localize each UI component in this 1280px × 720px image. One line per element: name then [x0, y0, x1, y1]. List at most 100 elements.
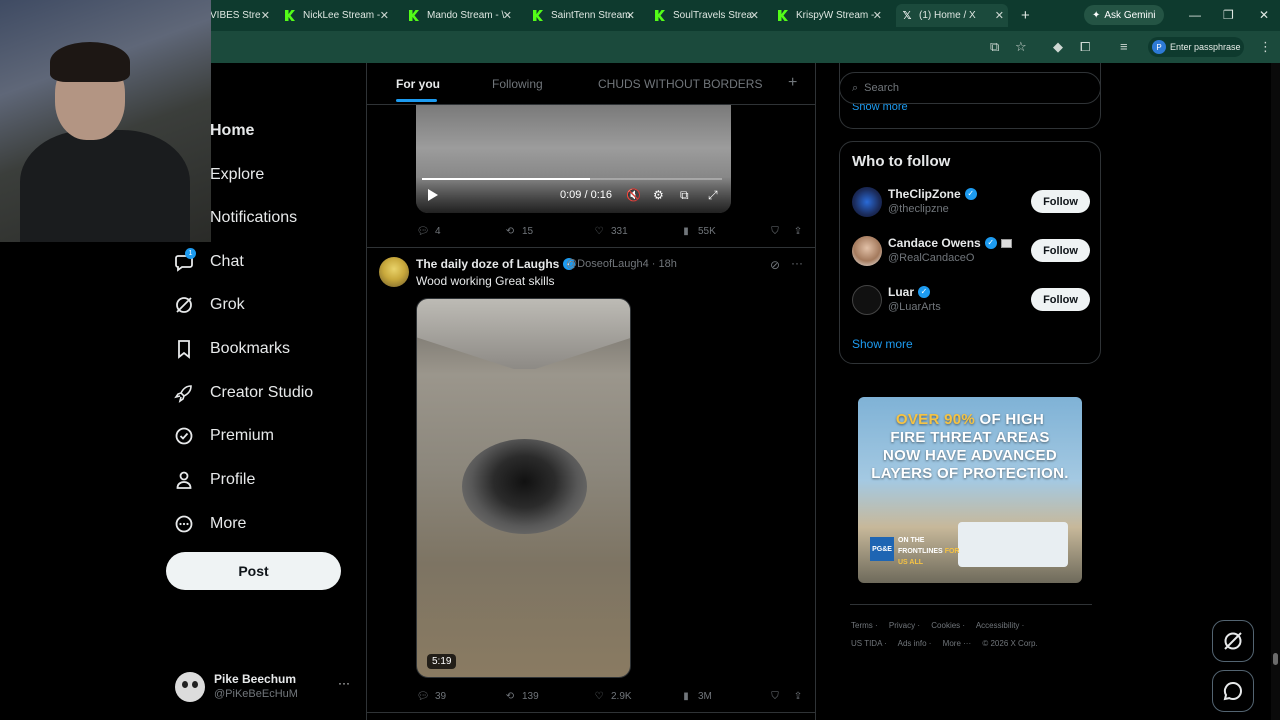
close-icon[interactable]: ✕ — [750, 9, 759, 22]
x-logo-icon: 𝕏 — [902, 9, 912, 22]
bookmark-button[interactable]: ⛉ — [768, 224, 787, 238]
who-to-follow-title: Who to follow — [852, 153, 951, 170]
scrollbar-thumb[interactable] — [1273, 653, 1278, 665]
like-button[interactable]: ♡ 2.9K — [592, 689, 632, 703]
close-icon[interactable]: ✕ — [626, 9, 635, 22]
bookmark-star-icon[interactable]: ☆ — [1015, 39, 1027, 55]
footer-link-more[interactable]: More ··· — [943, 639, 971, 648]
browser-tab[interactable]: SaintTenn Stream ✕ — [533, 4, 635, 27]
share-button[interactable]: ⇪ — [791, 224, 810, 238]
nav-bookmarks[interactable]: Bookmarks — [174, 337, 290, 361]
follow-suggestion[interactable]: Luar ✓ @LuarArts Follow — [852, 283, 1092, 319]
browser-tab[interactable]: Mando Stream - \ ✕ — [409, 4, 512, 27]
more-options-icon[interactable]: ··· — [791, 256, 803, 270]
repost-button[interactable]: ⟲ 139 — [503, 689, 539, 703]
close-icon[interactable]: ✕ — [503, 9, 512, 22]
browser-menu-icon[interactable]: ⋮ — [1259, 39, 1272, 55]
nav-creator-studio[interactable]: Creator Studio — [174, 381, 313, 405]
browser-tab[interactable]: KrispyW Stream - ✕ — [778, 4, 882, 27]
repost-icon: ⟲ — [505, 690, 515, 702]
new-tab-plus-icon[interactable]: + — [1021, 7, 1030, 24]
page-scrollbar[interactable] — [1271, 63, 1280, 720]
nav-label: Chat — [210, 253, 244, 270]
avatar[interactable] — [379, 257, 409, 287]
pip-icon[interactable]: ⧉ — [680, 188, 689, 203]
footer-links: Terms · Privacy · Cookies · Accessibilit… — [851, 621, 1091, 630]
views-button[interactable]: ▮ 3M — [679, 689, 712, 703]
settings-gear-icon[interactable]: ⚙ — [653, 188, 664, 202]
follow-button[interactable]: Follow — [1031, 239, 1090, 262]
follow-button[interactable]: Follow — [1031, 190, 1090, 213]
extensions-puzzle-icon[interactable]: ⧠ — [1080, 39, 1090, 55]
post-handle[interactable]: @DoseofLaugh4 · 18h — [566, 258, 677, 270]
post-divider — [367, 247, 815, 248]
follow-suggestion[interactable]: TheClipZone ✓ @theclipzne Follow — [852, 185, 1092, 221]
grok-icon — [1224, 632, 1242, 650]
close-icon[interactable]: ✕ — [380, 9, 389, 22]
install-app-icon[interactable]: ⧉ — [990, 39, 999, 55]
post-video-thumbnail[interactable]: 5:19 — [416, 298, 631, 678]
account-switcher[interactable]: Pike Beechum @PiKeBeEcHuM ··· — [175, 670, 355, 706]
chat-bubble-icon — [1223, 681, 1242, 701]
nav-more[interactable]: More — [174, 512, 246, 536]
footer-link-ads-info[interactable]: Ads info · — [898, 639, 932, 648]
repost-button[interactable]: ⟲ 15 — [503, 224, 533, 238]
avatar — [852, 236, 882, 266]
footer-link-us-tida[interactable]: US TIDA · — [851, 639, 887, 648]
close-icon[interactable]: ✕ — [873, 9, 882, 22]
fullscreen-icon[interactable]: ⤢ — [708, 188, 718, 203]
nav-profile[interactable]: Profile — [174, 468, 255, 492]
browser-tab[interactable]: VIBES Stre ✕ — [210, 4, 270, 27]
media-control-icon[interactable]: ≡ — [1120, 39, 1128, 54]
tab-for-you[interactable]: For you — [396, 77, 440, 102]
search-input[interactable]: ⌕ Search — [839, 72, 1101, 104]
search-icon: ⌕ — [852, 81, 859, 94]
tab-chuds-without-borders[interactable]: CHUDS WITHOUT BORDERS — [598, 77, 762, 91]
close-icon[interactable]: ✕ — [995, 9, 1004, 22]
restore-icon[interactable]: ❐ — [1223, 8, 1234, 22]
grok-icon — [174, 295, 194, 315]
close-icon[interactable]: ✕ — [261, 9, 270, 22]
tab-following[interactable]: Following — [492, 77, 543, 91]
minimize-icon[interactable]: — — [1189, 8, 1201, 22]
add-tab-plus-icon[interactable]: + — [788, 74, 797, 92]
nav-premium[interactable]: Premium — [174, 424, 274, 448]
extension-diamond-icon[interactable]: ◆ — [1053, 39, 1063, 55]
follow-suggestion[interactable]: Candace Owens ✓ @RealCandaceO Follow — [852, 234, 1092, 270]
account-menu-icon[interactable]: ··· — [338, 676, 350, 690]
follow-button[interactable]: Follow — [1031, 288, 1090, 311]
like-button[interactable]: ♡ 331 — [592, 224, 628, 238]
video-progress-bar[interactable] — [422, 178, 722, 180]
ask-gemini-button[interactable]: ✦ Ask Gemini — [1084, 5, 1164, 25]
footer-link-privacy[interactable]: Privacy · — [889, 621, 920, 630]
messages-floating-button[interactable] — [1212, 670, 1254, 712]
browser-tab[interactable]: SoulTravels Strea ✕ — [655, 4, 759, 27]
mute-icon[interactable]: 🔇 — [626, 188, 641, 202]
browser-tab-active[interactable]: 𝕏 (1) Home / X ✕ — [896, 4, 1008, 27]
post-video-player[interactable]: 0:09 / 0:16 🔇 ⚙ ⧉ ⤢ — [416, 105, 731, 213]
verified-badge-icon: ✓ — [918, 286, 931, 298]
ad-tag-line: FRONTLINES — [898, 548, 943, 555]
post-author[interactable]: The daily doze of Laughs ✓ — [416, 257, 576, 271]
post-button[interactable]: Post — [166, 552, 341, 590]
footer-link-cookies[interactable]: Cookies · — [931, 621, 965, 630]
who-show-more-link[interactable]: Show more — [852, 337, 913, 351]
footer-link-terms[interactable]: Terms · — [851, 621, 878, 630]
person-icon — [174, 470, 194, 490]
sponsored-ad[interactable]: OVER 90% OF HIGH FIRE THREAT AREAS NOW H… — [858, 397, 1082, 583]
footer-link-accessibility[interactable]: Accessibility · — [976, 621, 1024, 630]
reply-button[interactable]: 💬︎ 39 — [416, 689, 446, 703]
reply-button[interactable]: 💬︎ 4 — [416, 224, 441, 238]
grok-floating-button[interactable] — [1212, 620, 1254, 662]
grok-icon[interactable]: ⊘ — [770, 258, 780, 272]
nav-chat[interactable]: 1 Chat — [174, 248, 244, 274]
bookmark-button[interactable]: ⛉ — [768, 689, 787, 703]
window-close-icon[interactable]: ✕ — [1259, 8, 1269, 22]
nav-grok[interactable]: Grok — [174, 293, 245, 317]
share-button[interactable]: ⇪ — [791, 689, 810, 703]
views-button[interactable]: ▮ 55K — [679, 224, 716, 238]
play-icon[interactable] — [428, 189, 438, 201]
profile-passphrase-button[interactable]: P Enter passphrase — [1148, 37, 1244, 57]
browser-tab[interactable]: NickLee Stream - ✕ — [285, 4, 389, 27]
pge-logo: PG&E — [870, 537, 894, 561]
